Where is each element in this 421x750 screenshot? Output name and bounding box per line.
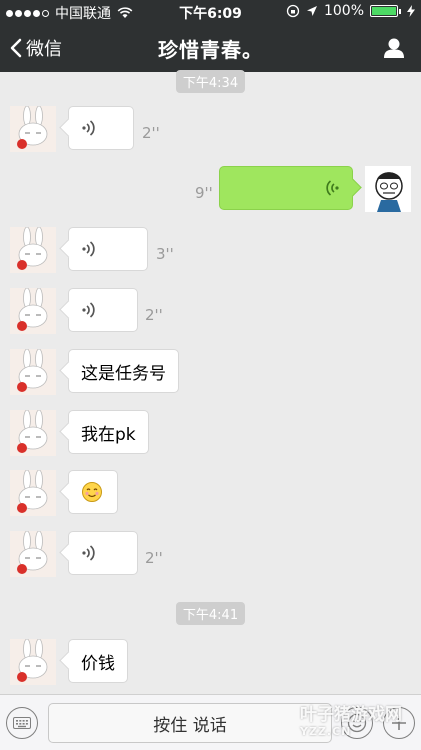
avatar[interactable]	[10, 227, 56, 273]
voice-wave-icon	[82, 545, 95, 561]
voice-duration: 9''	[195, 184, 213, 202]
avatar[interactable]	[10, 410, 56, 456]
my-avatar[interactable]	[365, 166, 411, 212]
voice-duration: 2''	[145, 549, 163, 567]
message-row	[0, 470, 421, 518]
timestamp: 下午4:41	[0, 602, 421, 625]
voice-message-bubble[interactable]	[68, 288, 138, 332]
voice-message-bubble[interactable]	[68, 106, 134, 150]
voice-wave-icon	[82, 120, 95, 136]
avatar[interactable]	[10, 470, 56, 516]
message-row: 3''	[0, 227, 421, 275]
nav-bar: 微信 珍惜青春。	[0, 24, 421, 72]
text-message-bubble[interactable]: 价钱	[68, 639, 128, 683]
avatar[interactable]	[10, 106, 56, 152]
avatar[interactable]	[10, 639, 56, 685]
avatar[interactable]	[10, 349, 56, 395]
voice-duration: 2''	[142, 124, 160, 142]
voice-duration: 3''	[156, 245, 174, 263]
voice-wave-icon	[82, 302, 95, 318]
location-icon	[306, 6, 317, 16]
message-row: 2''	[0, 106, 421, 154]
status-bar: 中国联通 下午6:09 100%	[0, 0, 421, 24]
message-row: 9''	[0, 166, 421, 214]
battery-tip	[399, 8, 401, 14]
person-icon	[384, 38, 404, 58]
status-right: 100%	[286, 3, 415, 19]
emoji-message-bubble[interactable]	[68, 470, 118, 514]
charging-icon	[407, 5, 415, 17]
voice-duration: 2''	[145, 306, 163, 324]
orientation-lock-icon	[286, 4, 300, 18]
top-bar: 中国联通 下午6:09 100% 微信 珍惜青春。	[0, 0, 421, 72]
timestamp: 下午4:34	[0, 70, 421, 93]
voice-wave-icon	[82, 241, 95, 257]
chat-title: 珍惜青春。	[158, 38, 263, 62]
watermark: 叶子猪游戏网 YZZ.CN	[300, 705, 402, 738]
message-row: 2''	[0, 288, 421, 336]
keyboard-toggle-button[interactable]	[6, 707, 38, 739]
chat-area[interactable]: 下午4:34 2'' 9'' 3'' 2'' 这是任务号 我在pk 2'' 下午…	[0, 70, 421, 694]
avatar[interactable]	[10, 531, 56, 577]
voice-message-bubble[interactable]	[219, 166, 353, 210]
message-row: 这是任务号	[0, 349, 421, 397]
avatar[interactable]	[10, 288, 56, 334]
voice-wave-icon	[326, 180, 339, 196]
hold-to-talk-button[interactable]: 按住 说话	[48, 703, 332, 743]
message-row: 我在pk	[0, 410, 421, 458]
text-message-bubble[interactable]: 这是任务号	[68, 349, 179, 393]
message-row: 2''	[0, 531, 421, 579]
voice-message-bubble[interactable]	[68, 531, 138, 575]
smiling-face-emoji-icon	[82, 482, 102, 502]
battery-icon	[370, 5, 398, 17]
voice-message-bubble[interactable]	[68, 227, 148, 271]
text-message-bubble[interactable]: 我在pk	[68, 410, 149, 454]
battery-percent: 100%	[323, 3, 364, 19]
profile-button[interactable]	[383, 37, 405, 63]
message-row: 价钱	[0, 639, 421, 687]
keyboard-icon	[13, 717, 31, 729]
